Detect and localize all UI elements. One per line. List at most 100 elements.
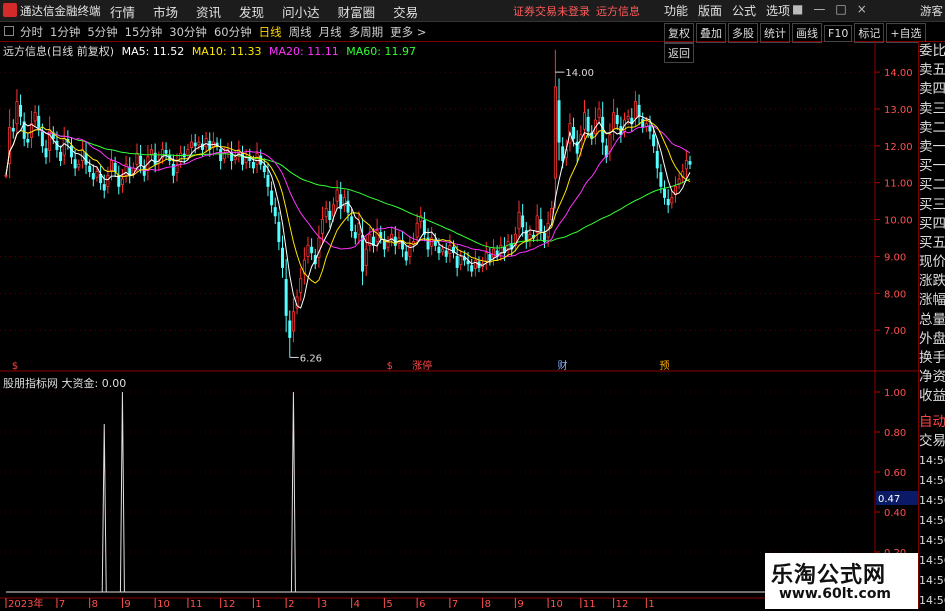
price-axis: 14.00 13.00 12.00 11.00 10.00 9.00 8.00 7.00 — [875, 68, 913, 337]
candle — [357, 211, 361, 245]
date-tick-label: 9 — [124, 599, 130, 609]
candle-body — [441, 248, 445, 253]
candle-body — [240, 152, 244, 165]
guest-label[interactable]: 游客 — [920, 3, 943, 19]
panel-toggle-icon[interactable] — [4, 26, 14, 36]
maximize-icon[interactable]: □ — [835, 2, 846, 16]
candle — [91, 164, 95, 187]
candle — [575, 130, 579, 164]
candle — [524, 222, 528, 249]
tab-more[interactable]: 更多 > — [390, 24, 426, 40]
event-mark: $ — [12, 361, 18, 372]
candle — [310, 238, 314, 261]
candle-body — [659, 172, 663, 187]
candle-body — [120, 178, 124, 185]
candle-body — [33, 112, 37, 122]
quote-label: 净资 — [919, 369, 945, 386]
candle — [22, 112, 26, 147]
candle-body — [291, 311, 295, 332]
trade-label[interactable]: 自动 — [919, 413, 945, 432]
multi-stock-button[interactable]: 多股 — [728, 23, 758, 43]
trade-time: 14:56 — [919, 553, 945, 567]
candle-body — [553, 86, 557, 179]
candle-body — [470, 265, 474, 272]
menu-function[interactable]: 功能 — [664, 2, 688, 19]
menu-wealth[interactable]: 财富圈 — [338, 2, 376, 21]
candle — [470, 258, 474, 277]
candle — [542, 225, 546, 248]
tab-30min[interactable]: 30分钟 — [169, 24, 207, 40]
candle — [597, 101, 601, 124]
date-tick-label: 10 — [550, 599, 563, 609]
menu-quotes[interactable]: 行情 — [110, 2, 135, 21]
tab-daily[interactable]: 日线 — [259, 24, 282, 40]
candle-body — [102, 184, 106, 191]
menu-formula[interactable]: 公式 — [732, 2, 756, 19]
candle-body — [135, 152, 139, 165]
menu-ask[interactable]: 问小达 — [282, 2, 320, 21]
ma60-line — [5, 129, 691, 249]
mark-button[interactable]: 标记 — [854, 23, 885, 43]
candle-body — [288, 320, 292, 338]
candle — [590, 125, 594, 145]
watermark-title: 乐淘公式网 — [771, 563, 887, 588]
candle — [637, 94, 641, 126]
tab-5min[interactable]: 5分钟 — [87, 24, 117, 40]
tab-multi-period[interactable]: 多周期 — [349, 24, 384, 40]
candle — [528, 225, 532, 248]
candle — [499, 236, 503, 261]
f10-button[interactable]: F10 — [824, 25, 853, 42]
price-tick-label: 9.00 — [884, 252, 906, 263]
login-status[interactable]: 证券交易未登录 — [513, 5, 590, 18]
tab-weekly[interactable]: 周线 — [289, 24, 312, 40]
skin-icon[interactable]: ■ — [792, 2, 803, 16]
period-tabs: 分时 1分钟 5分钟 15分钟 30分钟 60分钟 日线 周线 月线 多周期 更多 > — [20, 24, 433, 40]
candle — [382, 230, 386, 258]
date-tick-label: 7 — [452, 599, 458, 609]
tab-1min[interactable]: 1分钟 — [50, 24, 80, 40]
kline-chart[interactable]: 14.006.26 $ $ 涨停财预 14.0013.0012.0011.0010.… — [0, 42, 918, 609]
menu-trade[interactable]: 交易 — [393, 2, 418, 21]
trade-label[interactable]: 交易 — [919, 432, 945, 451]
date-tick-label: 9 — [517, 599, 523, 609]
adjust-button[interactable]: 复权 — [664, 23, 694, 43]
trade-time: 14:56 — [919, 493, 945, 507]
tab-intraday[interactable]: 分时 — [20, 24, 43, 40]
tab-15min[interactable]: 15分钟 — [125, 24, 163, 40]
menu-layout[interactable]: 版面 — [698, 2, 722, 19]
minimize-icon[interactable]: — — [813, 2, 825, 16]
candle — [8, 109, 12, 179]
main-grid — [0, 42, 918, 609]
tab-monthly[interactable]: 月线 — [319, 24, 342, 40]
menu-options[interactable]: 选项 — [766, 2, 790, 19]
close-icon[interactable]: × — [857, 2, 867, 16]
quote-label: 涨幅 — [919, 292, 945, 309]
menu-news[interactable]: 资讯 — [196, 2, 221, 21]
candle — [29, 110, 33, 149]
overlay-button[interactable]: 叠加 — [696, 23, 726, 43]
candle — [240, 145, 244, 171]
candle-body — [561, 146, 565, 161]
candle-body — [164, 150, 168, 154]
candle-body — [404, 251, 408, 261]
candle — [270, 181, 274, 213]
add-watchlist-button[interactable]: +自选 — [886, 23, 926, 43]
tab-60min[interactable]: 60分钟 — [214, 24, 252, 40]
menu-market[interactable]: 市场 — [153, 2, 178, 21]
draw-button[interactable]: 画线 — [792, 23, 822, 43]
quote-label: 收益 — [919, 388, 945, 405]
menu-discover[interactable]: 发现 — [239, 2, 264, 21]
indicator-spikes — [6, 391, 875, 593]
current-stock-name: 远方信息 — [596, 5, 640, 18]
candle — [19, 94, 23, 126]
quote-label: 买二 — [919, 177, 945, 194]
top-menu: 行情 市场 资讯 发现 问小达 财富圈 交易 — [110, 2, 436, 21]
candle — [88, 159, 92, 178]
stats-button[interactable]: 统计 — [760, 23, 790, 43]
candle — [684, 149, 688, 178]
candle — [80, 139, 84, 169]
quote-label: 卖三 — [919, 100, 945, 117]
candle — [62, 126, 66, 165]
candle — [513, 226, 517, 252]
candle-body — [37, 115, 41, 128]
